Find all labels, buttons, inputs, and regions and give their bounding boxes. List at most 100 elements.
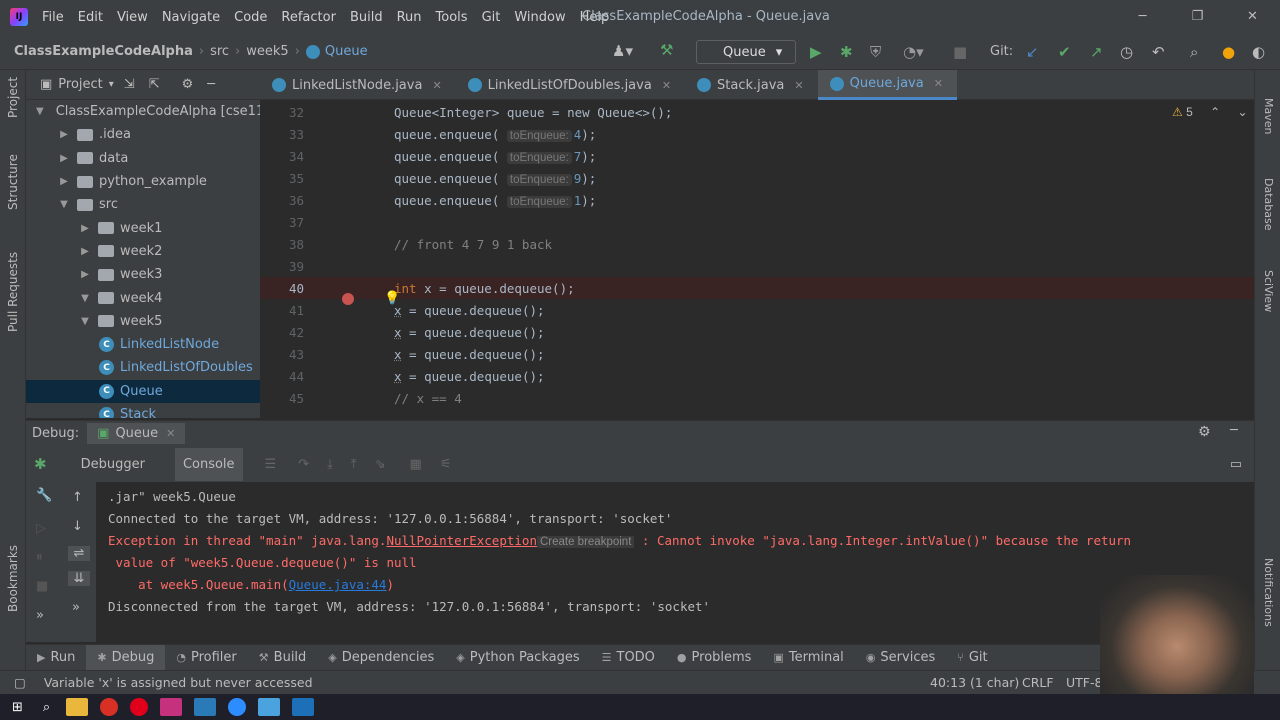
tool-tab-profiler[interactable]: ◔ Profiler bbox=[165, 650, 247, 665]
menu-item-refactor[interactable]: Refactor bbox=[281, 10, 336, 25]
search-icon[interactable]: ⌕ bbox=[43, 700, 50, 715]
chevron-right-icon[interactable]: ▶ bbox=[78, 269, 92, 280]
tool-tab-todo[interactable]: ☰ TODO bbox=[591, 650, 666, 665]
menu-item-navigate[interactable]: Navigate bbox=[162, 10, 220, 25]
file-explorer-icon[interactable] bbox=[66, 698, 89, 716]
tree-item[interactable]: C LinkedListNode bbox=[26, 333, 260, 356]
breadcrumb-week5[interactable]: week5 bbox=[246, 44, 288, 59]
close-icon[interactable]: ✕ bbox=[1225, 0, 1280, 34]
caret-position[interactable]: 40:13 (1 char) bbox=[930, 675, 1019, 690]
tree-item[interactable]: ▼ ClassExampleCodeAlpha [cse11 bbox=[26, 100, 260, 123]
menu-icon[interactable]: ☰ bbox=[265, 457, 277, 472]
minimize-icon[interactable]: ─ bbox=[1115, 0, 1170, 34]
console-output[interactable]: .jar" week5.Queue Connected to the targe… bbox=[96, 482, 1254, 642]
tab-file[interactable]: LinkedListNode.java ✕ bbox=[260, 70, 456, 100]
threads-icon[interactable]: ⚟ bbox=[440, 457, 452, 472]
opera-icon[interactable] bbox=[130, 698, 149, 716]
close-icon[interactable]: ✕ bbox=[934, 77, 943, 90]
tool-bookmarks[interactable]: Bookmarks bbox=[6, 545, 20, 612]
stacktrace-link[interactable]: Queue.java:44 bbox=[289, 577, 387, 592]
exception-link[interactable]: NullPointerException bbox=[386, 533, 537, 548]
code-editor[interactable]: ⚠ 5 ⌃ ⌄ 32 Queue<Integer> queue = new Que… bbox=[260, 101, 1254, 418]
breadcrumb-src[interactable]: src bbox=[210, 44, 229, 59]
avatar[interactable]: ◐ bbox=[1252, 43, 1265, 61]
tool-tab-problems[interactable]: ● Problems bbox=[666, 650, 763, 665]
more-icon[interactable]: » bbox=[36, 608, 60, 623]
step-into-icon[interactable]: ⤓ bbox=[327, 457, 333, 472]
tool-notifications[interactable]: Notifications bbox=[1262, 558, 1275, 627]
menu-item-code[interactable]: Code bbox=[234, 10, 267, 25]
tool-tab-build[interactable]: ⚒ Build bbox=[248, 650, 318, 665]
gear-icon[interactable]: ⚙ bbox=[1198, 424, 1211, 440]
tree-item[interactable]: ▶ data bbox=[26, 147, 260, 170]
tool-tab-python-packages[interactable]: ◈ Python Packages bbox=[445, 650, 590, 665]
chevron-right-icon[interactable]: ▶ bbox=[78, 223, 92, 234]
profile-icon[interactable]: ◔▾ bbox=[903, 43, 924, 61]
chevron-down-icon[interactable]: ▼ bbox=[36, 106, 44, 117]
app-icon[interactable] bbox=[194, 698, 217, 716]
build-hammer-icon[interactable]: ⚒ bbox=[660, 41, 673, 59]
pause-icon[interactable]: ⏸ bbox=[36, 550, 60, 565]
hide-icon[interactable]: ─ bbox=[1230, 423, 1238, 438]
chevron-right-icon[interactable]: ▶ bbox=[57, 176, 71, 187]
chevron-right-icon[interactable]: ▶ bbox=[78, 246, 92, 257]
menu-item-git[interactable]: Git bbox=[482, 10, 501, 25]
chevron-down-icon[interactable]: ▼ bbox=[78, 316, 92, 327]
menu-item-tools[interactable]: Tools bbox=[436, 10, 468, 25]
restore-icon[interactable]: ❐ bbox=[1170, 0, 1225, 34]
rollback-icon[interactable]: ↶ bbox=[1152, 43, 1165, 61]
menu-item-run[interactable]: Run bbox=[397, 10, 422, 25]
search-icon[interactable]: ⌕ bbox=[1190, 43, 1198, 61]
tree-item[interactable]: ▶ week2 bbox=[26, 240, 260, 263]
history-icon[interactable]: ◷ bbox=[1120, 43, 1133, 61]
chevron-down-icon[interactable]: ▼ bbox=[78, 293, 92, 304]
chevron-right-icon[interactable]: ▶ bbox=[57, 129, 71, 140]
tool-maven[interactable]: Maven bbox=[1262, 98, 1275, 134]
stop-icon[interactable]: ■ bbox=[36, 579, 60, 594]
tool-sciview[interactable]: SciView bbox=[1262, 270, 1275, 312]
resume-icon[interactable]: ▷ bbox=[36, 521, 60, 536]
tab-file[interactable]: LinkedListOfDoubles.java ✕ bbox=[456, 70, 685, 100]
git-commit-icon[interactable]: ✔ bbox=[1058, 43, 1071, 61]
tool-tab-dependencies[interactable]: ◈ Dependencies bbox=[317, 650, 445, 665]
run-icon[interactable]: ▶ bbox=[810, 43, 822, 61]
menu-item-window[interactable]: Window bbox=[514, 10, 565, 25]
tree-item[interactable]: ▼ src bbox=[26, 193, 260, 216]
debug-session-tab[interactable]: ▣ Queue ✕ bbox=[87, 423, 186, 444]
breadcrumb-project[interactable]: ClassExampleCodeAlpha bbox=[14, 44, 193, 59]
collapse-all-icon[interactable]: ⇱ bbox=[149, 77, 160, 92]
layout-toggle-icon[interactable]: ▢ bbox=[14, 675, 26, 690]
zoom-icon[interactable] bbox=[228, 698, 247, 716]
close-icon[interactable]: ✕ bbox=[662, 79, 671, 92]
tab-file[interactable]: Stack.java ✕ bbox=[685, 70, 818, 100]
tab-console[interactable]: Console bbox=[174, 447, 243, 481]
app-icon[interactable] bbox=[258, 698, 281, 716]
project-panel-title[interactable]: Project bbox=[58, 77, 102, 92]
evaluate-icon[interactable]: ▦ bbox=[410, 457, 422, 472]
menu-item-view[interactable]: View bbox=[117, 10, 148, 25]
update-icon[interactable]: ● bbox=[1222, 43, 1235, 61]
run-to-cursor-icon[interactable]: ⇘ bbox=[375, 457, 386, 472]
stop-icon[interactable]: ■ bbox=[953, 43, 967, 61]
menu-item-file[interactable]: File bbox=[42, 10, 64, 25]
user-icon[interactable]: ♟▾ bbox=[612, 42, 633, 60]
run-config-selector[interactable]: Queue ▾ bbox=[696, 40, 796, 64]
hide-icon[interactable]: ─ bbox=[207, 77, 215, 92]
tool-tab-git[interactable]: ⑂ Git bbox=[946, 650, 998, 665]
tree-item[interactable]: C LinkedListOfDoubles bbox=[26, 356, 260, 379]
tree-item[interactable]: C Queue bbox=[26, 379, 260, 403]
tab-file[interactable]: Queue.java ✕ bbox=[817, 70, 957, 100]
breadcrumb-queue[interactable]: Queue bbox=[325, 44, 368, 59]
app-icon[interactable] bbox=[292, 698, 315, 716]
windows-start-icon[interactable]: ⊞ bbox=[12, 700, 23, 715]
chevron-down-icon[interactable]: ▾ bbox=[109, 79, 114, 90]
expand-all-icon[interactable]: ⇲ bbox=[124, 77, 135, 92]
create-breakpoint-hint[interactable]: Create breakpoint bbox=[536, 536, 635, 548]
tab-debugger[interactable]: Debugger bbox=[81, 457, 145, 472]
step-over-icon[interactable]: ↷ bbox=[298, 457, 309, 472]
down-arrow-icon[interactable]: ↓ bbox=[72, 519, 96, 534]
close-icon[interactable]: ✕ bbox=[794, 79, 803, 92]
close-icon[interactable]: ✕ bbox=[166, 427, 175, 440]
git-update-icon[interactable]: ↙ bbox=[1026, 43, 1039, 61]
scroll-to-end-icon[interactable]: ⇊ bbox=[68, 571, 90, 586]
